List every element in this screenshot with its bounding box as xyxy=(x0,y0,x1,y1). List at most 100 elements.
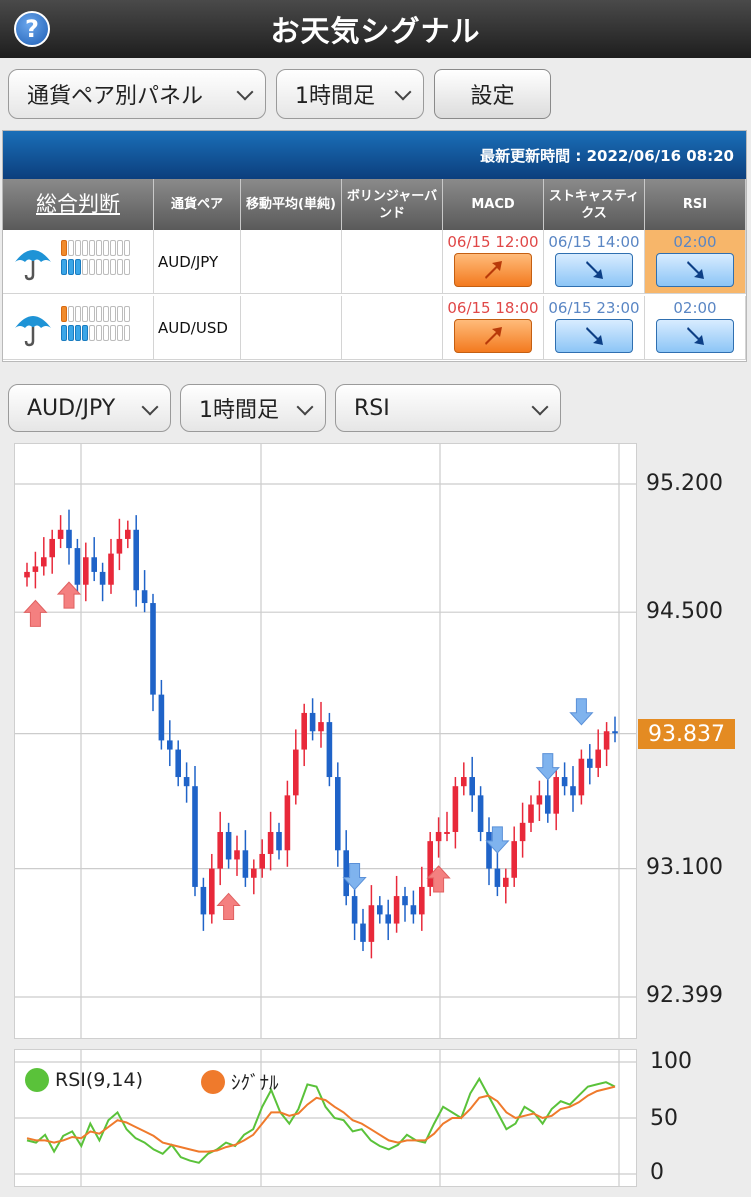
indicator-select[interactable]: RSI xyxy=(335,384,561,432)
candle-body xyxy=(175,749,181,778)
last-updated: 最新更新時間 : 2022/06/16 08:20 xyxy=(3,131,746,179)
candlestick-plot xyxy=(15,444,636,1038)
candle-body xyxy=(343,850,349,897)
pair-cell[interactable]: AUD/JPY xyxy=(154,230,241,294)
candle-body xyxy=(368,905,375,942)
candle-body xyxy=(536,795,543,805)
arrow-down-right-icon xyxy=(687,327,704,345)
candle-body xyxy=(494,868,501,887)
header-stochastics: ストキャスティクス xyxy=(544,179,645,230)
y-tick-label: 95.200 xyxy=(646,471,723,496)
macd-signal-time: 06/15 12:00 xyxy=(447,233,539,251)
candle-body xyxy=(444,831,450,834)
candle-body xyxy=(99,571,106,585)
candle-body xyxy=(167,740,173,750)
indicator-select-value: RSI xyxy=(354,395,390,421)
candle-body xyxy=(519,822,526,842)
panel-type-select[interactable]: 通貨ペア別パネル xyxy=(8,69,266,119)
rsi-signal-button[interactable] xyxy=(656,319,734,353)
candle-body xyxy=(192,786,198,887)
candle-body xyxy=(32,566,39,572)
candle-body xyxy=(385,914,391,924)
stoch-signal-time: 06/15 23:00 xyxy=(548,299,640,317)
candle-body xyxy=(209,868,215,915)
candle-body xyxy=(158,694,165,741)
header-pair: 通貨ペア xyxy=(154,179,241,230)
candle-body xyxy=(318,722,324,732)
macd-signal-time: 06/15 18:00 xyxy=(447,299,539,317)
settings-button[interactable]: 設定 xyxy=(434,69,551,119)
arrow-down-right-icon xyxy=(586,261,603,279)
candle-body xyxy=(603,731,610,750)
candle-body xyxy=(486,831,492,869)
candle-body xyxy=(469,777,475,796)
moving-average-cell xyxy=(241,296,342,360)
chevron-down-icon xyxy=(141,398,159,416)
y-tick-label: 94.500 xyxy=(646,599,723,624)
app-header: ? お天気シグナル xyxy=(0,0,751,58)
overall-cell xyxy=(3,296,154,360)
macd-signal-cell: 06/15 12:00 xyxy=(443,230,544,294)
chart-pair-select-value: AUD/JPY xyxy=(27,395,116,421)
candle-body xyxy=(309,712,316,732)
candle-body xyxy=(511,841,517,878)
rsi-legend-label: RSI(9,14) xyxy=(55,1069,143,1091)
candle-body xyxy=(570,786,576,796)
candle-body xyxy=(183,777,190,787)
candle-body xyxy=(402,896,408,906)
stoch-signal-time: 06/15 14:00 xyxy=(548,233,640,251)
candle-body xyxy=(141,590,148,604)
panel-type-select-value: 通貨ペア別パネル xyxy=(27,84,204,109)
candle-body xyxy=(225,831,232,860)
rsi-chart[interactable]: RSI(9,14) ｼｸﾞﾅﾙ xyxy=(14,1049,637,1187)
chevron-down-icon xyxy=(531,398,549,416)
chart-timeframe-select[interactable]: 1時間足 xyxy=(180,384,326,432)
candle-body xyxy=(284,795,291,851)
chevron-down-icon xyxy=(296,398,314,416)
stoch-signal-button[interactable] xyxy=(555,253,633,287)
macd-signal-cell: 06/15 18:00 xyxy=(443,296,544,360)
header-moving-average: 移動平均(単純) xyxy=(241,179,342,230)
candle-body xyxy=(377,905,383,915)
candle-body xyxy=(133,529,139,591)
candle-body xyxy=(553,777,559,814)
candle-body xyxy=(545,795,551,814)
candle-body xyxy=(427,841,433,887)
candle-body xyxy=(326,722,333,778)
candle-body xyxy=(200,886,207,915)
signal-legend-label: ｼｸﾞﾅﾙ xyxy=(231,1072,279,1094)
candle-body xyxy=(116,538,123,554)
stoch-signal-button[interactable] xyxy=(555,319,633,353)
macd-signal-button[interactable] xyxy=(454,319,532,353)
moving-average-cell xyxy=(241,230,342,294)
help-icon[interactable]: ? xyxy=(14,11,50,47)
candle-body xyxy=(293,749,299,796)
rsi-signal-time: 02:00 xyxy=(673,299,717,317)
chevron-down-icon xyxy=(236,83,254,101)
macd-signal-button[interactable] xyxy=(454,253,532,287)
arrow-down-right-icon xyxy=(687,261,704,279)
arrow-up-right-icon xyxy=(485,261,502,279)
header-macd: MACD xyxy=(443,179,544,230)
candle-body xyxy=(267,831,274,854)
candle-body xyxy=(234,850,240,860)
candle-body xyxy=(461,777,467,787)
rsi-signal-time: 02:00 xyxy=(673,233,717,251)
pair-cell[interactable]: AUD/USD xyxy=(154,296,241,360)
candle-body xyxy=(24,571,30,578)
timeframe-select[interactable]: 1時間足 xyxy=(276,69,424,119)
candle-body xyxy=(612,731,618,734)
umbrella-icon xyxy=(13,310,53,352)
signal-strength-meter xyxy=(61,240,130,275)
rsi-signal-button[interactable] xyxy=(656,253,734,287)
price-chart[interactable] xyxy=(14,443,637,1039)
chart-pair-select[interactable]: AUD/JPY xyxy=(8,384,171,432)
bollinger-cell xyxy=(342,296,443,360)
header-overall[interactable]: 総合判断 xyxy=(3,179,154,230)
candle-body xyxy=(276,831,282,851)
header-bollinger: ボリンジャーバンド xyxy=(342,179,443,230)
candle-body xyxy=(150,603,156,695)
umbrella-icon xyxy=(13,244,53,286)
candle-body xyxy=(477,795,484,832)
candle-body xyxy=(259,853,265,869)
